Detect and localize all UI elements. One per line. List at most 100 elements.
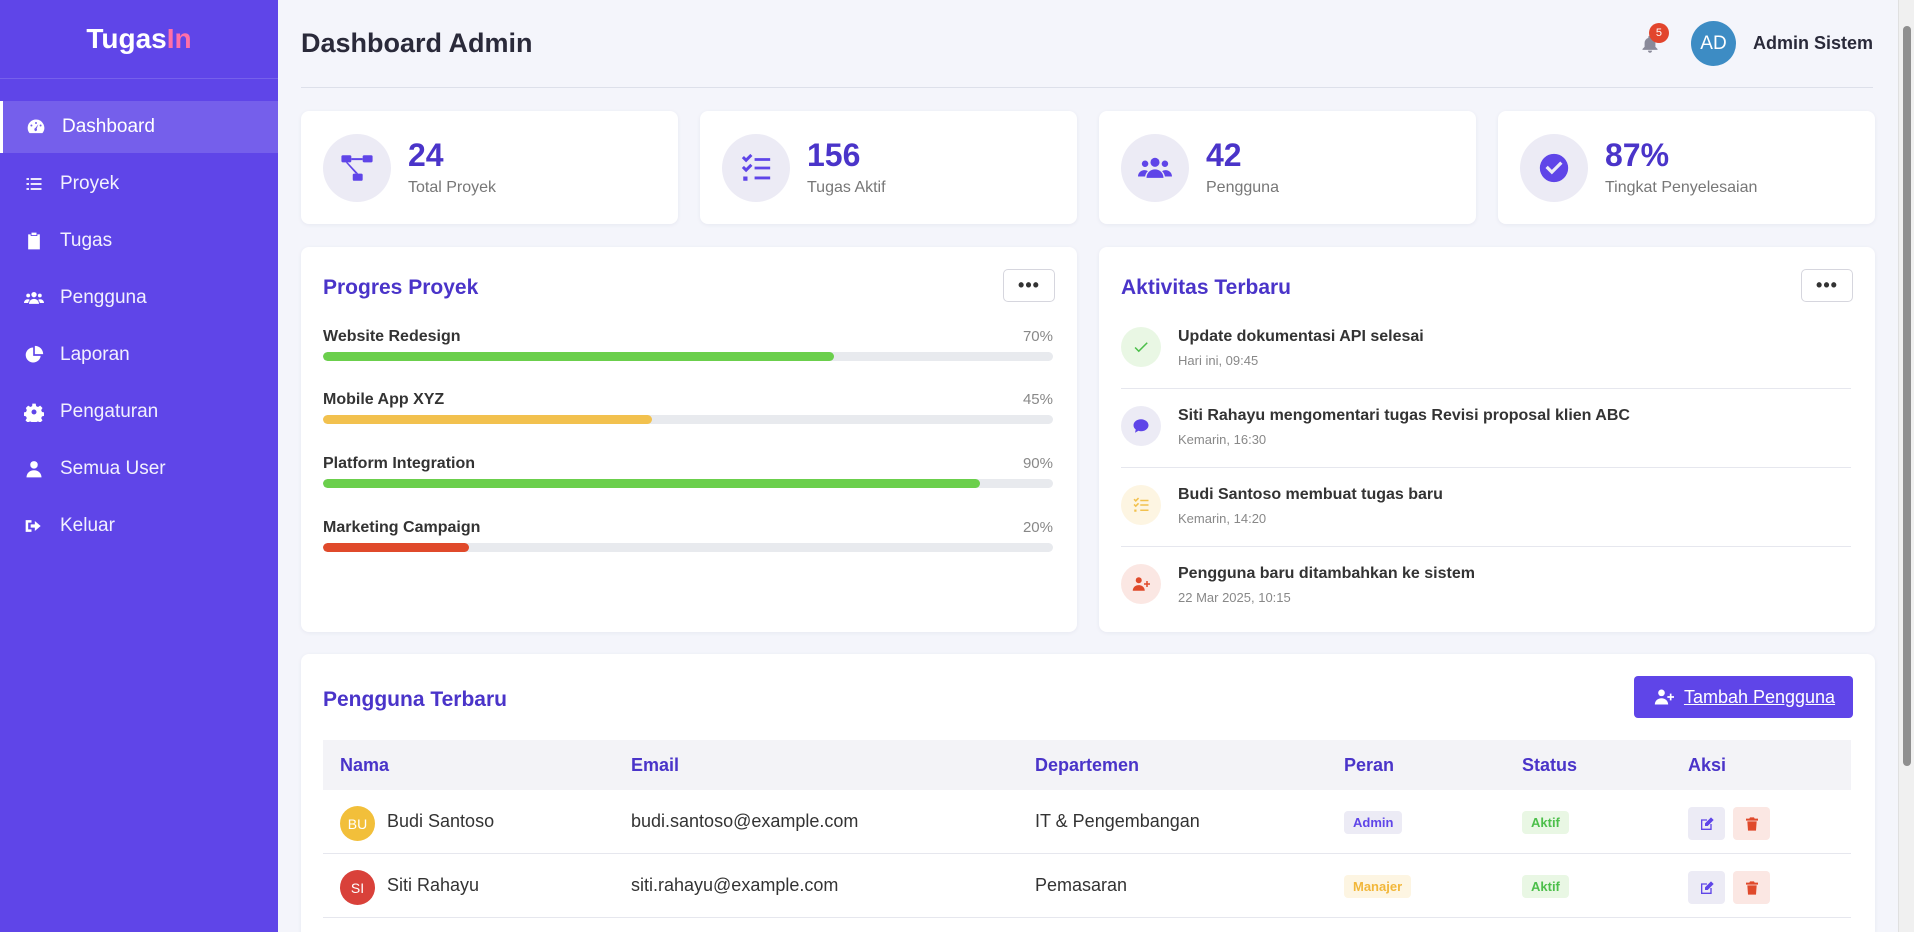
- activity-item: Budi Santoso membuat tugas baru Kemarin, …: [1121, 485, 1851, 526]
- column-header[interactable]: Departemen: [1035, 755, 1139, 776]
- user-name-cell: Budi Santoso: [387, 811, 495, 831]
- table-row[interactable]: BU Budi Santoso budi.santoso@example.com…: [323, 791, 1851, 854]
- check-circle-icon: [1520, 133, 1588, 202]
- activity-time: Kemarin, 14:20: [1178, 511, 1267, 526]
- progress-item: Website Redesign 70%: [323, 328, 1053, 361]
- divider: [1121, 467, 1851, 468]
- progress-item-name: Mobile App XYZ: [323, 391, 445, 408]
- notification-badge: 5: [1648, 22, 1669, 43]
- user-name-cell: Siti Rahayu: [387, 875, 480, 895]
- user-name[interactable]: Admin Sistem: [1753, 33, 1873, 54]
- progress-fill: [323, 543, 469, 552]
- progress-item: Mobile App XYZ 45%: [323, 391, 1053, 424]
- column-header[interactable]: Nama: [340, 755, 389, 776]
- delete-button[interactable]: [1733, 807, 1770, 840]
- stat-card-tugas-aktif: 156 Tugas Aktif: [700, 111, 1077, 224]
- user-email-cell: budi.santoso@example.com: [631, 811, 859, 831]
- sidebar-item-semua-user[interactable]: Semua User: [0, 443, 278, 495]
- progress-item-percent: 70%: [1022, 328, 1053, 345]
- avatar: BU: [340, 806, 375, 841]
- stat-label: Total Proyek: [408, 179, 497, 197]
- user-plus-icon: [1654, 689, 1674, 705]
- sidebar-item-label: Pengguna: [60, 287, 147, 308]
- stat-label: Tugas Aktif: [807, 179, 886, 197]
- activity-title: Budi Santoso membuat tugas baru: [1178, 486, 1443, 503]
- user-email-cell: siti.rahayu@example.com: [631, 875, 839, 895]
- sidebar-item-laporan[interactable]: Laporan: [0, 329, 278, 381]
- sidebar-item-pengaturan[interactable]: Pengaturan: [0, 386, 278, 438]
- stat-value: 156: [807, 136, 861, 173]
- user-dept-cell: Pemasaran: [1035, 875, 1128, 895]
- stat-label: Tingkat Penyelesaian: [1605, 179, 1758, 197]
- delete-button[interactable]: [1733, 871, 1770, 904]
- clipboard-icon: [22, 231, 46, 251]
- add-user-button[interactable]: Tambah Pengguna: [1634, 676, 1853, 718]
- progress-item-name: Website Redesign: [323, 328, 461, 345]
- activity-time: 22 Mar 2025, 10:15: [1178, 590, 1291, 605]
- project-diagram-icon: [323, 133, 391, 202]
- vertical-scrollbar[interactable]: [1898, 0, 1914, 932]
- users-icon: [22, 288, 46, 308]
- sidebar-item-label: Dashboard: [62, 116, 155, 137]
- sidebar-item-label: Laporan: [60, 344, 130, 365]
- status-badge: Aktif: [1522, 875, 1569, 898]
- tasks-icon: [1121, 485, 1161, 525]
- stat-label: Pengguna: [1206, 179, 1279, 197]
- trash-icon: [1745, 816, 1758, 831]
- sign-out-icon: [22, 516, 46, 536]
- scrollbar-thumb[interactable]: [1903, 26, 1911, 766]
- brand-logo[interactable]: Tugas In: [0, 0, 278, 79]
- list-icon: [22, 174, 46, 194]
- sidebar-item-tugas[interactable]: Tugas: [0, 215, 278, 267]
- page-title: Dashboard Admin: [301, 28, 533, 58]
- column-header[interactable]: Email: [631, 755, 679, 776]
- top-header: Dashboard Admin 5 AD Admin Sistem: [301, 0, 1873, 88]
- column-header[interactable]: Peran: [1344, 755, 1394, 776]
- sidebar-item-pengguna[interactable]: Pengguna: [0, 272, 278, 324]
- brand-name-part2: In: [166, 23, 192, 54]
- sidebar-item-label: Tugas: [60, 230, 113, 251]
- progress-card: Progres Proyek ••• Website Redesign 70% M…: [301, 247, 1077, 632]
- progress-card-title: Progres Proyek: [323, 276, 479, 299]
- activity-time: Hari ini, 09:45: [1178, 353, 1259, 368]
- column-header[interactable]: Status: [1522, 755, 1577, 776]
- activity-time: Kemarin, 16:30: [1178, 432, 1267, 447]
- progress-item-percent: 45%: [1022, 391, 1053, 408]
- sidebar-item-label: Proyek: [60, 173, 120, 194]
- sidebar-item-dashboard[interactable]: Dashboard: [0, 101, 278, 153]
- stat-card-total-proyek: 24 Total Proyek: [301, 111, 678, 224]
- activity-card-title: Aktivitas Terbaru: [1121, 276, 1291, 299]
- add-user-label: Tambah Pengguna: [1683, 686, 1836, 707]
- progress-item-percent: 90%: [1022, 455, 1053, 472]
- progress-track: [323, 352, 1053, 361]
- progress-fill: [323, 352, 834, 361]
- activity-more-button[interactable]: •••: [1801, 269, 1853, 302]
- avatar[interactable]: AD: [1690, 21, 1736, 66]
- pie-chart-icon: [22, 345, 46, 365]
- stat-card-tingkat-penyelesaian: 87% Tingkat Penyelesaian: [1498, 111, 1875, 224]
- stat-value: 87%: [1605, 136, 1670, 173]
- notification-bell[interactable]: 5: [1635, 22, 1669, 59]
- brand-name-part1: Tugas: [86, 23, 167, 54]
- sidebar-item-proyek[interactable]: Proyek: [0, 158, 278, 210]
- activity-title: Pengguna baru ditambahkan ke sistem: [1178, 565, 1475, 582]
- edit-icon: [1700, 816, 1714, 830]
- stat-value: 42: [1206, 136, 1242, 173]
- edit-button[interactable]: [1688, 871, 1725, 904]
- table-row[interactable]: SI Siti Rahayu siti.rahayu@example.com P…: [323, 855, 1851, 918]
- avatar: SI: [340, 870, 375, 905]
- column-header[interactable]: Aksi: [1688, 755, 1726, 776]
- edit-icon: [1700, 880, 1714, 894]
- check-icon: [1121, 327, 1161, 367]
- progress-item: Marketing Campaign 20%: [323, 519, 1053, 552]
- sidebar-item-keluar[interactable]: Keluar: [0, 500, 278, 552]
- activity-title: Update dokumentasi API selesai: [1178, 328, 1424, 345]
- header-user-area: 5 AD Admin Sistem: [1635, 21, 1873, 66]
- sidebar-item-label: Pengaturan: [60, 401, 159, 422]
- progress-more-button[interactable]: •••: [1003, 269, 1055, 302]
- stat-value: 24: [408, 136, 444, 173]
- edit-button[interactable]: [1688, 807, 1725, 840]
- user-plus-icon: [1121, 564, 1161, 604]
- stat-card-pengguna: 42 Pengguna: [1099, 111, 1476, 224]
- activity-card: Aktivitas Terbaru ••• Update dokumentasi…: [1099, 247, 1875, 632]
